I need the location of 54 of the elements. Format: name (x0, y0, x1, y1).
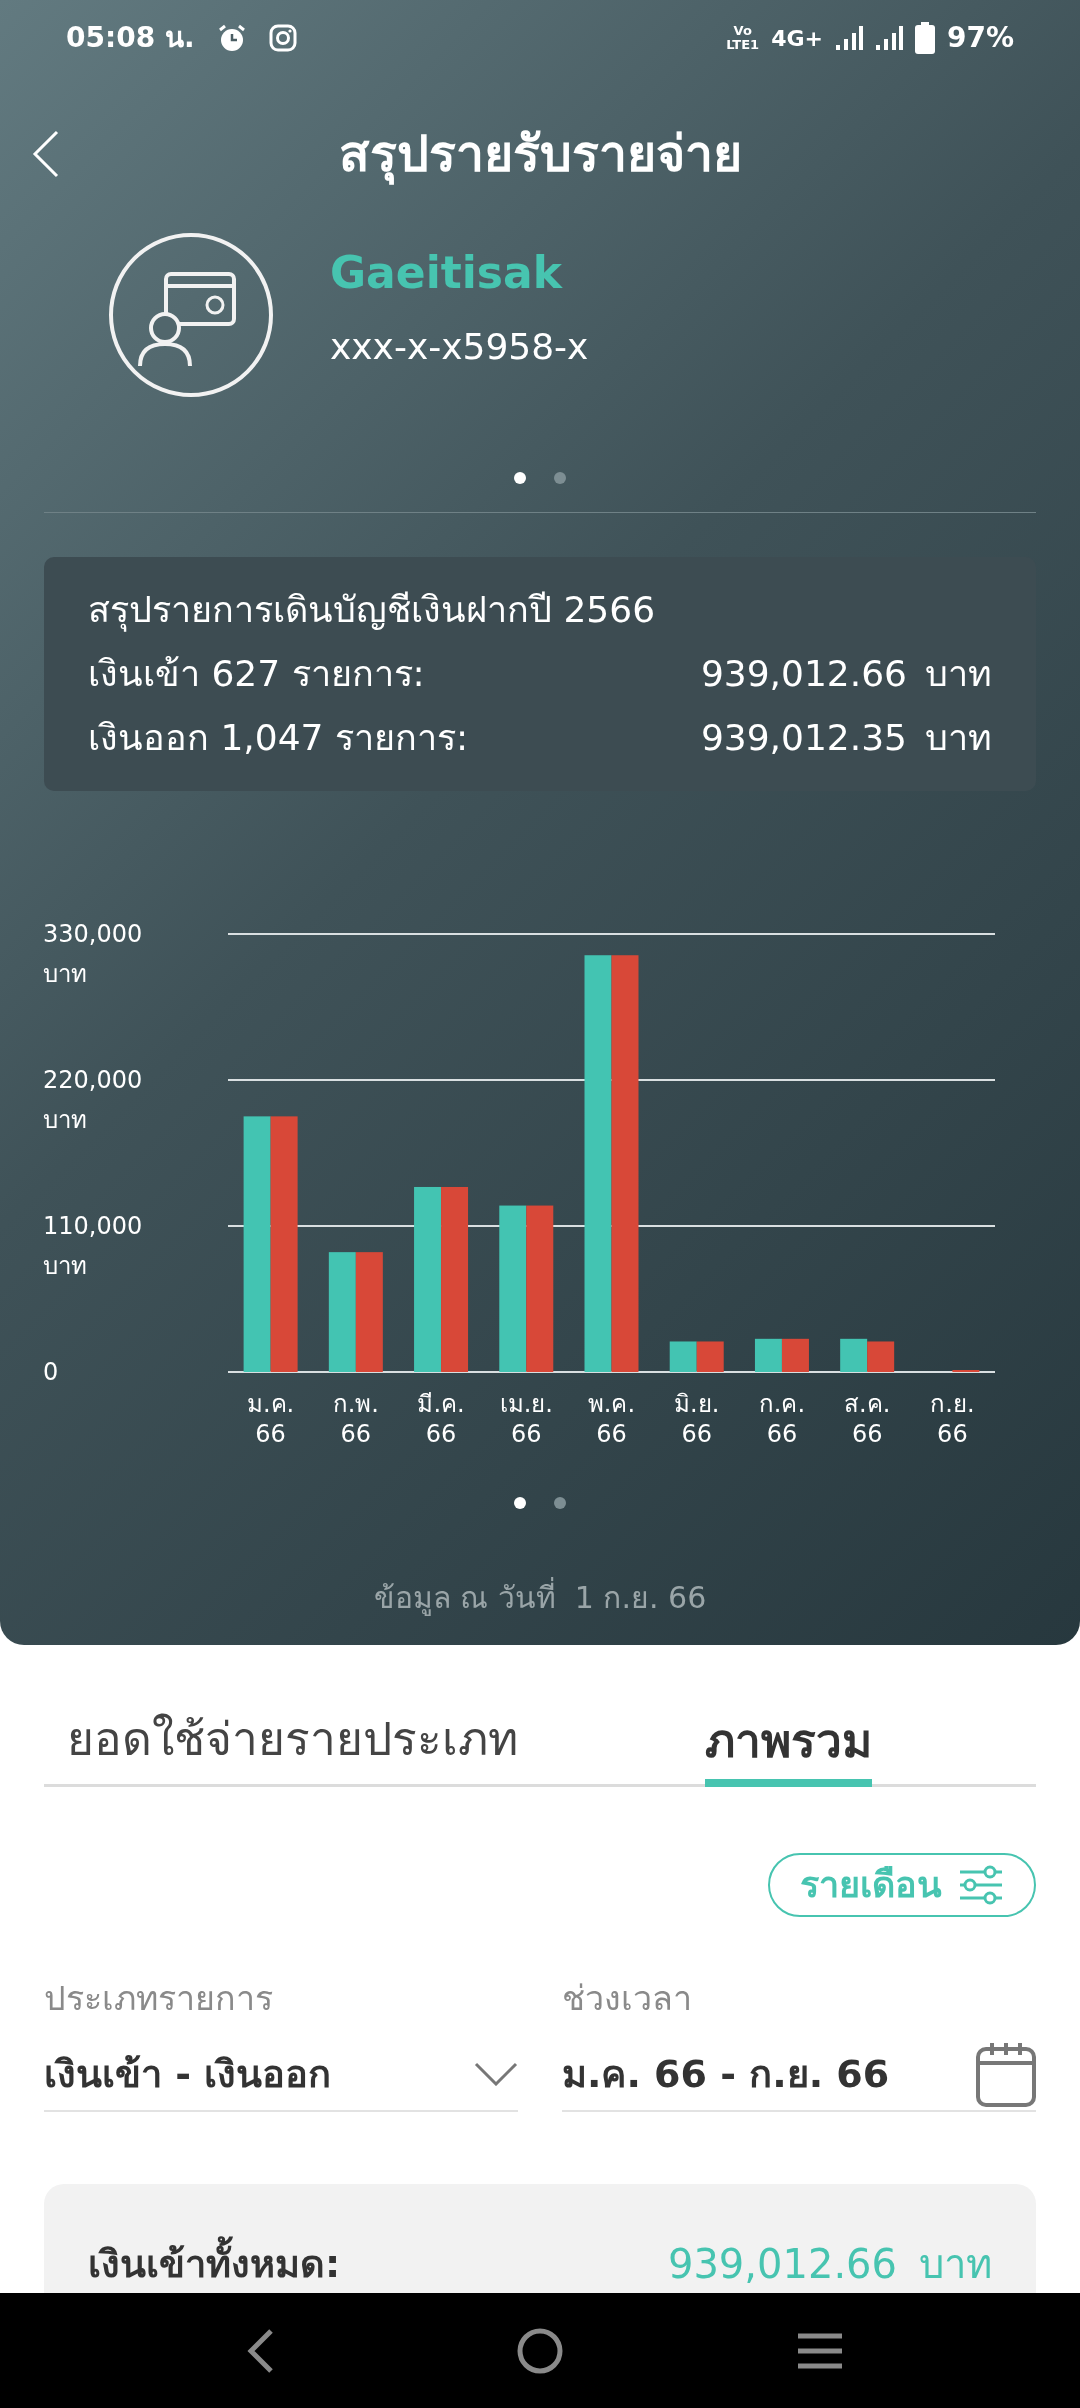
axis-label: 0 (43, 1358, 59, 1386)
account-avatar-icon (108, 232, 274, 398)
bar (840, 1338, 868, 1372)
signal-icon (874, 25, 903, 51)
summary-label: เงินออก 1,047 รายการ: (88, 716, 469, 760)
axis-label: 220,000 บาท (43, 1066, 143, 1134)
volte-indicator: Vo LTE1 (726, 24, 760, 52)
axis-label: 330,000 บาท (43, 920, 143, 988)
battery-icon (914, 22, 935, 54)
bar (754, 1338, 782, 1372)
calendar-icon (976, 2041, 1036, 2107)
axis-label: มี.ค. 66 (417, 1390, 465, 1448)
axis-label: เม.ย. 66 (499, 1390, 553, 1448)
currency-unit: บาท (925, 652, 992, 696)
bar (696, 1341, 724, 1372)
page-title: สรุปรายรับรายจ่าย (338, 123, 742, 187)
axis-label: 110,000 บาท (43, 1212, 143, 1280)
tab[interactable]: ภาพรวม (704, 1705, 872, 1787)
chevron-down-icon (474, 2062, 518, 2086)
axis-label: ก.ค. 66 (758, 1390, 806, 1448)
summary-amount: 939,012.35 (700, 716, 907, 760)
bar (781, 1338, 809, 1372)
camera-icon (268, 24, 297, 52)
summary-title: สรุปรายการเดินบัญชีเงินฝากปี 2566 (88, 588, 657, 634)
status-time: 05:08 น. (66, 20, 195, 56)
currency-unit: บาท (925, 716, 992, 760)
axis-label: ม.ค. 66 (247, 1390, 295, 1448)
account-number: xxx-x-x5958-x (330, 325, 589, 369)
bar (867, 1341, 895, 1372)
network-type: 4G+ (771, 24, 823, 53)
field-label: ช่วงเวลา (562, 1977, 693, 2020)
sliders-icon (958, 1865, 1004, 1905)
type-dropdown[interactable]: เงินเข้า - เงินออก (44, 2042, 518, 2112)
tab[interactable]: ยอดใช้จ่ายรายประเภท (66, 1705, 518, 1784)
alarm-icon (216, 23, 247, 53)
axis-label: พ.ค. 66 (587, 1390, 636, 1448)
summary-label: เงินเข้า 627 รายการ: (88, 652, 425, 696)
battery-level: 97% (946, 20, 1014, 56)
date-range-field[interactable]: ม.ค. 66 - ก.ย. 66 (562, 2042, 1036, 2112)
axis-label: ก.พ. 66 (332, 1390, 379, 1448)
total-amount: 939,012.66 (667, 2240, 897, 2289)
back-icon (245, 2327, 275, 2374)
bar (669, 1341, 697, 1372)
field-label: ประเภทรายการ (44, 1977, 274, 2020)
account-name: Gaeitisak (330, 246, 564, 300)
axis-label: ก.ย. 66 (930, 1390, 975, 1448)
axis-label: มิ.ย. 66 (674, 1390, 720, 1448)
home-icon (516, 2326, 564, 2375)
axis-label: ส.ค. 66 (844, 1390, 891, 1448)
summary-amount: 939,012.66 (700, 652, 907, 696)
signal-icon (834, 25, 863, 51)
total-label: เงินเข้าทั้งหมด: (88, 2235, 341, 2293)
chevron-left-icon (31, 129, 61, 179)
currency-unit: บาท (919, 2240, 992, 2289)
